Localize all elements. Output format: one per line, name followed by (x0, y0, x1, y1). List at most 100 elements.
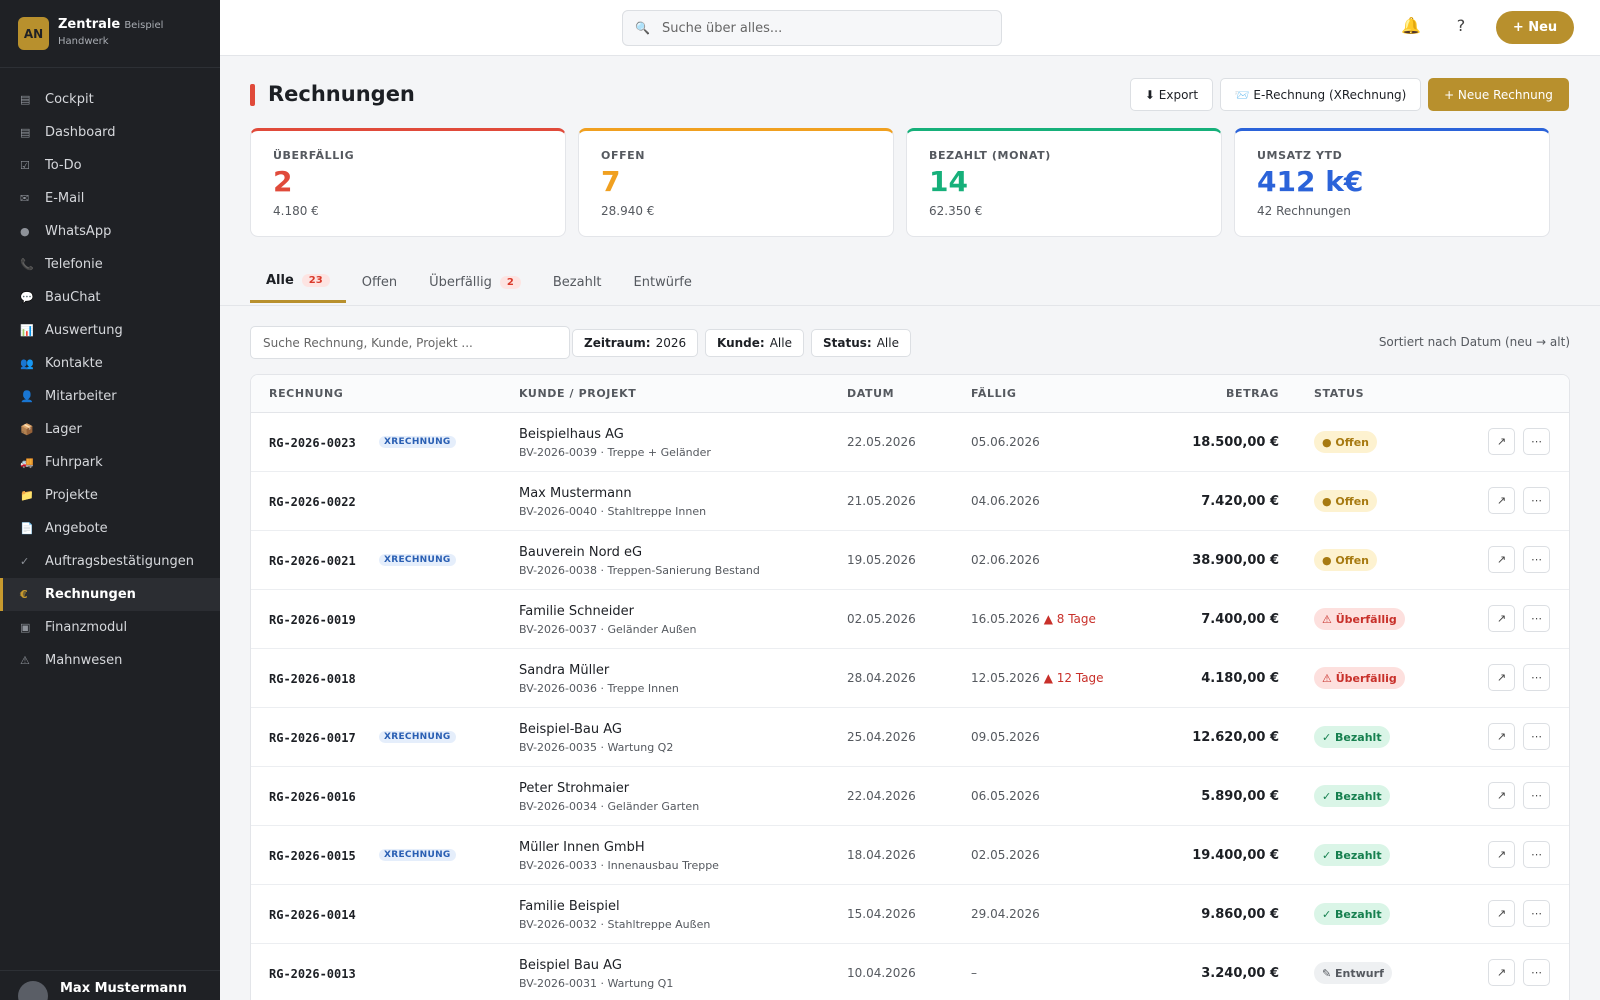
tab-bezahlt[interactable]: Bezahlt (537, 261, 618, 303)
tab-entwürfe[interactable]: Entwürfe (618, 261, 708, 303)
open-icon[interactable]: ↗ (1488, 900, 1515, 927)
sidebar-item-mitarbeiter[interactable]: 👤 Mitarbeiter (0, 380, 220, 413)
invoice-number[interactable]: RG-2026-0015 (269, 849, 356, 863)
sidebar-item-kontakte[interactable]: 👥 Kontakte (0, 347, 220, 380)
customer-name: Bauverein Nord eG (519, 545, 643, 560)
sidebar-item-label: Projekte (45, 488, 98, 503)
due-date: 29.04.2026 (971, 907, 1040, 921)
open-icon[interactable]: ↗ (1488, 546, 1515, 573)
invoice-number[interactable]: RG-2026-0017 (269, 731, 356, 745)
sidebar-item-label: E-Mail (45, 191, 85, 206)
table-row[interactable]: RG-2026-0013 Beispiel Bau AG BV-2026-0031 … (251, 944, 1569, 1000)
project-ref: BV-2026-0032 · Stahltreppe Außen (519, 918, 711, 931)
status-badge: ⚠ Überfällig (1314, 667, 1405, 689)
invoice-number[interactable]: RG-2026-0021 (269, 554, 356, 568)
open-icon[interactable]: ↗ (1488, 664, 1515, 691)
tab-überfällig[interactable]: Überfällig 2 (413, 261, 537, 303)
user-name: Max Mustermann (60, 981, 187, 996)
open-icon[interactable]: ↗ (1488, 841, 1515, 868)
filter-kunde[interactable]: Kunde: Alle (705, 329, 804, 357)
invoice-search-input[interactable] (250, 326, 570, 359)
bell-icon[interactable]: 🔔 (1399, 16, 1423, 40)
sidebar-item-icon: 🚚 (20, 456, 34, 469)
table-row[interactable]: RG-2026-0016 Peter Strohmaier BV-2026-0034… (251, 767, 1569, 826)
global-search-input[interactable] (661, 20, 982, 36)
user-box[interactable]: Max Mustermann (0, 970, 220, 1000)
invoice-number[interactable]: RG-2026-0019 (269, 613, 356, 627)
open-icon[interactable]: ↗ (1488, 428, 1515, 455)
invoice-number[interactable]: RG-2026-0013 (269, 967, 356, 981)
sidebar-item-projekte[interactable]: 📁 Projekte (0, 479, 220, 512)
sidebar-item-fuhrpark[interactable]: 🚚 Fuhrpark (0, 446, 220, 479)
more-icon[interactable]: ⋯ (1523, 664, 1550, 691)
sidebar-item-rechnungen[interactable]: € Rechnungen (0, 578, 220, 611)
col-datum[interactable]: DATUM (847, 387, 894, 400)
tab-alle[interactable]: Alle 23 (250, 261, 346, 303)
more-icon[interactable]: ⋯ (1523, 959, 1550, 986)
sidebar-item-cockpit[interactable]: ▤ Cockpit (0, 83, 220, 116)
open-icon[interactable]: ↗ (1488, 487, 1515, 514)
col-faellig[interactable]: FÄLLIG (971, 387, 1017, 400)
more-icon[interactable]: ⋯ (1523, 487, 1550, 514)
table-row[interactable]: RG-2026-0017 XRECHNUNG Beispiel-Bau AG BV-2… (251, 708, 1569, 767)
sidebar-item-dashboard[interactable]: ▤ Dashboard (0, 116, 220, 149)
col-kunde[interactable]: KUNDE / PROJEKT (519, 387, 636, 400)
sidebar-item-finanzmodul[interactable]: ▣ Finanzmodul (0, 611, 220, 644)
new-button[interactable]: + Neu (1496, 11, 1574, 44)
table-row[interactable]: RG-2026-0023 XRECHNUNG Beispielhaus AG BV-2… (251, 413, 1569, 472)
sidebar-item-auswertung[interactable]: 📊 Auswertung (0, 314, 220, 347)
more-icon[interactable]: ⋯ (1523, 605, 1550, 632)
filter-status[interactable]: Status: Alle (811, 329, 911, 357)
help-icon[interactable]: ? (1449, 16, 1473, 40)
table-row[interactable]: RG-2026-0022 Max Mustermann BV-2026-0040 ·… (251, 472, 1569, 531)
sidebar-item-telefonie[interactable]: 📞 Telefonie (0, 248, 220, 281)
more-icon[interactable]: ⋯ (1523, 723, 1550, 750)
table-row[interactable]: RG-2026-0015 XRECHNUNG Müller Innen GmbH BV… (251, 826, 1569, 885)
table-row[interactable]: RG-2026-0014 Familie Beispiel BV-2026-0032… (251, 885, 1569, 944)
tab-offen[interactable]: Offen (346, 261, 413, 303)
invoice-number[interactable]: RG-2026-0016 (269, 790, 356, 804)
col-rechnung[interactable]: RECHNUNG (269, 387, 343, 400)
more-icon[interactable]: ⋯ (1523, 900, 1550, 927)
sidebar-item-e-mail[interactable]: ✉ E-Mail (0, 182, 220, 215)
more-icon[interactable]: ⋯ (1523, 841, 1550, 868)
sidebar-item-bauchat[interactable]: 💬 BauChat (0, 281, 220, 314)
filter-zeitraum[interactable]: Zeitraum: 2026 (572, 329, 699, 357)
sort-indicator[interactable]: Sortiert nach Datum (neu → alt) (1379, 335, 1570, 349)
more-icon[interactable]: ⋯ (1523, 546, 1550, 573)
invoice-number[interactable]: RG-2026-0018 (269, 672, 356, 686)
sidebar-item-to-do[interactable]: ☑ To-Do (0, 149, 220, 182)
invoice-number[interactable]: RG-2026-0022 (269, 495, 356, 509)
global-search[interactable]: 🔍 (622, 10, 1002, 46)
kpi-card[interactable]: OFFEN 7 28.940 € (578, 128, 894, 237)
sidebar-item-mahnwesen[interactable]: ⚠ Mahnwesen (0, 644, 220, 677)
open-icon[interactable]: ↗ (1488, 782, 1515, 809)
new-invoice-button[interactable]: + Neue Rechnung (1428, 78, 1569, 111)
sidebar-item-auftragsbestätigungen[interactable]: ✓ Auftragsbestätigungen (0, 545, 220, 578)
export-button[interactable]: ⬇ Export (1130, 78, 1213, 111)
more-icon[interactable]: ⋯ (1523, 428, 1550, 455)
invoice-number[interactable]: RG-2026-0023 (269, 436, 356, 450)
sidebar-item-lager[interactable]: 📦 Lager (0, 413, 220, 446)
invoice-date: 02.05.2026 (847, 612, 916, 626)
erechnung-button[interactable]: 📨 E-Rechnung (XRechnung) (1220, 78, 1421, 111)
sidebar-item-icon: ▣ (20, 621, 31, 634)
col-status[interactable]: STATUS (1314, 387, 1364, 400)
sidebar-item-icon: ⚠ (20, 654, 30, 667)
sidebar-item-label: Auftragsbestätigungen (45, 554, 194, 569)
open-icon[interactable]: ↗ (1488, 959, 1515, 986)
sidebar-item-whatsapp[interactable]: ● WhatsApp (0, 215, 220, 248)
open-icon[interactable]: ↗ (1488, 605, 1515, 632)
more-icon[interactable]: ⋯ (1523, 782, 1550, 809)
kpi-card[interactable]: ÜBERFÄLLIG 2 4.180 € (250, 128, 566, 237)
table-row[interactable]: RG-2026-0019 Familie Schneider BV-2026-003… (251, 590, 1569, 649)
sidebar-item-angebote[interactable]: 📄 Angebote (0, 512, 220, 545)
table-row[interactable]: RG-2026-0021 XRECHNUNG Bauverein Nord eG BV… (251, 531, 1569, 590)
due-date-value: 02.05.2026 (971, 848, 1040, 862)
open-icon[interactable]: ↗ (1488, 723, 1515, 750)
col-betrag[interactable]: BETRAG (1226, 387, 1279, 400)
kpi-card[interactable]: BEZAHLT (MONAT) 14 62.350 € (906, 128, 1222, 237)
table-row[interactable]: RG-2026-0018 Sandra Müller BV-2026-0036 · … (251, 649, 1569, 708)
kpi-card[interactable]: UMSATZ YTD 412 k€ 42 Rechnungen (1234, 128, 1550, 237)
invoice-number[interactable]: RG-2026-0014 (269, 908, 356, 922)
